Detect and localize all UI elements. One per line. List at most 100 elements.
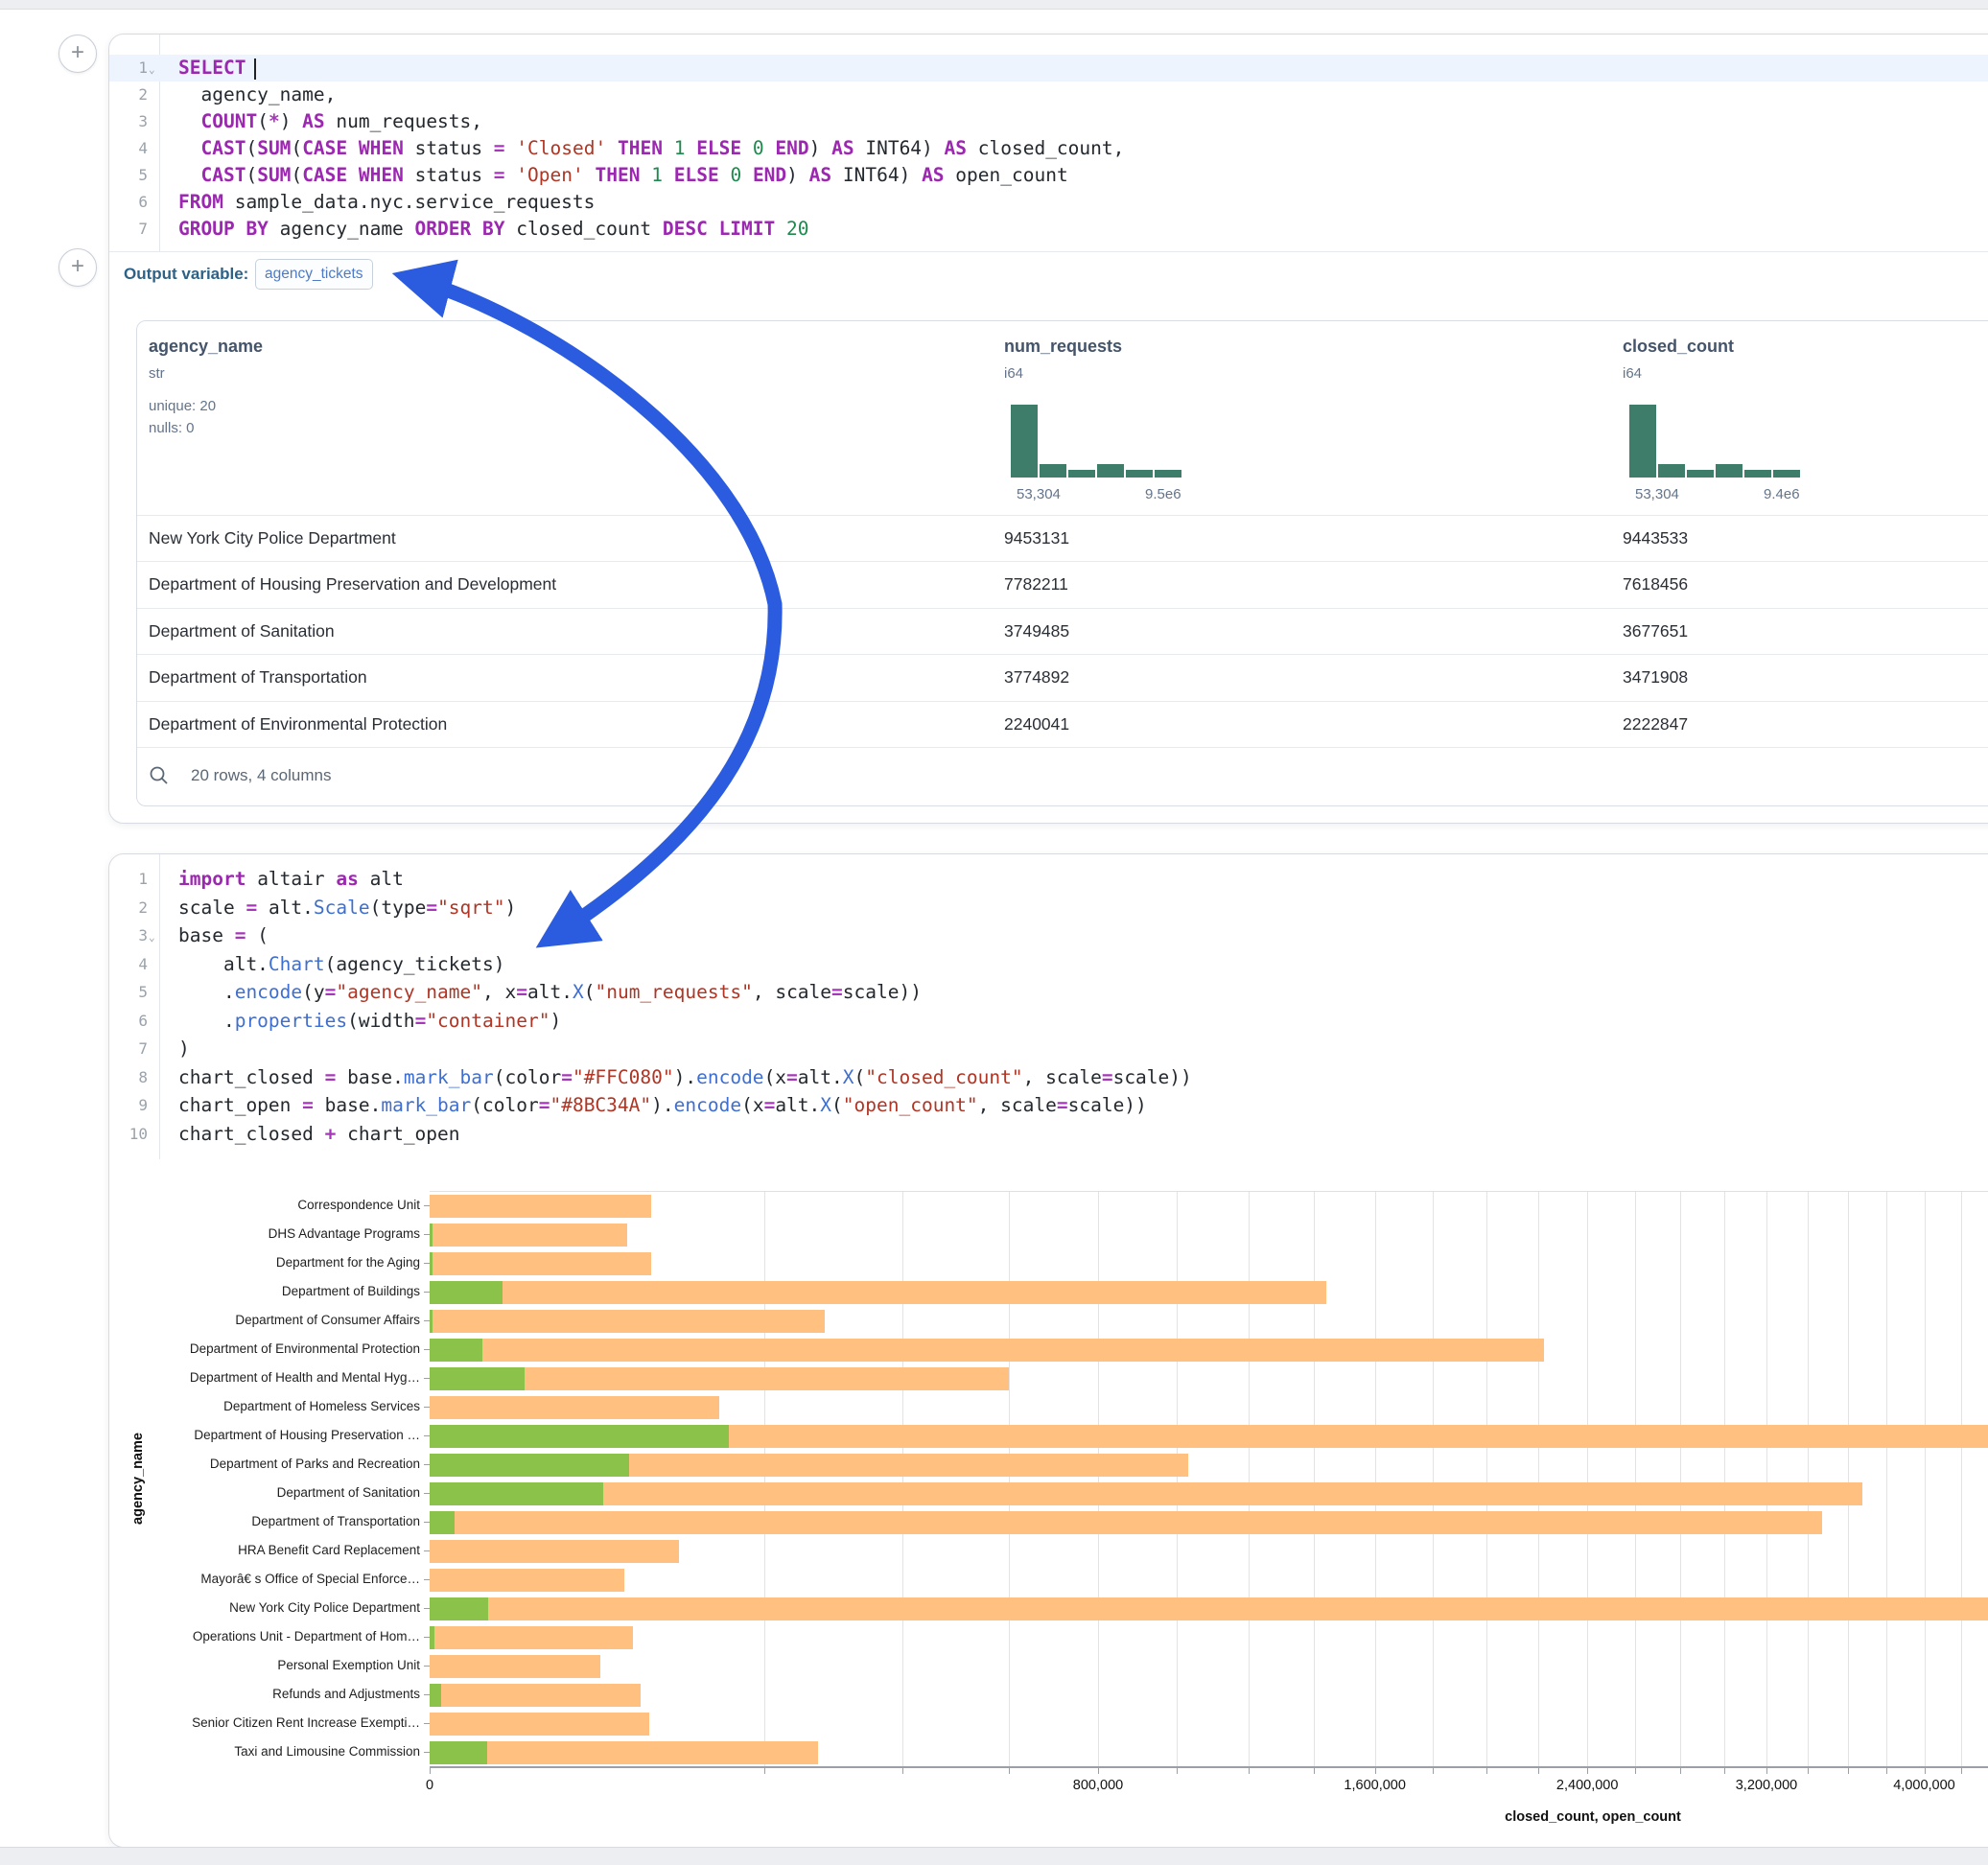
- python-line[interactable]: 9chart_open = base.mark_bar(color="#8BC3…: [109, 1091, 1988, 1120]
- table-row[interactable]: Department of Environmental Protection22…: [137, 701, 1988, 748]
- code-token: (color: [471, 1094, 538, 1116]
- code-token: =: [786, 1066, 798, 1088]
- column-histogram: [1011, 405, 1183, 478]
- table-cell: 9453131: [1004, 528, 1069, 548]
- histogram-bar: [1011, 405, 1038, 478]
- python-line[interactable]: 1import altair as alt: [109, 865, 1988, 894]
- python-line[interactable]: 4 alt.Chart(agency_tickets): [109, 950, 1988, 979]
- code-token: 0: [730, 164, 741, 186]
- code-token: DESC: [663, 218, 708, 240]
- chart-bar-closed: [430, 1339, 1544, 1362]
- sql-line[interactable]: 6FROM sample_data.nyc.service_requests: [109, 189, 1988, 216]
- y-axis-label: DHS Advantage Programs: [115, 1220, 420, 1248]
- code-token: ): [809, 137, 831, 159]
- code-token: ): [178, 1037, 190, 1060]
- gridline: [1635, 1192, 1636, 1767]
- table-row[interactable]: Department of Housing Preservation and D…: [137, 561, 1988, 608]
- gridline: [1925, 1192, 1926, 1767]
- chart-bar-closed: [430, 1511, 1822, 1534]
- x-axis-tick: [1724, 1768, 1725, 1774]
- sql-line[interactable]: 4 CAST(SUM(CASE WHEN status = 'Closed' T…: [109, 135, 1988, 162]
- chart-bar-open: [430, 1482, 603, 1505]
- python-cell-card: 1import altair as alt2scale = alt.Scale(…: [108, 853, 1988, 1848]
- table-row[interactable]: New York City Police Department945313194…: [137, 515, 1988, 562]
- table-cell: 3749485: [1004, 621, 1069, 641]
- code-token: num_requests,: [325, 110, 482, 132]
- line-number: 4: [109, 950, 148, 979]
- code-token: (y: [302, 981, 324, 1003]
- y-axis-label: Personal Exemption Unit: [115, 1651, 420, 1680]
- code-token: open_count: [945, 164, 1068, 186]
- line-number: 3: [109, 108, 148, 135]
- table-cell: 7618456: [1623, 574, 1688, 594]
- sql-line[interactable]: 2 agency_name,: [109, 82, 1988, 108]
- code-token: scale)): [1068, 1094, 1147, 1116]
- histogram-bar: [1658, 464, 1685, 478]
- python-line[interactable]: 2scale = alt.Scale(type="sqrt"): [109, 894, 1988, 922]
- code-token: , x: [482, 981, 516, 1003]
- code-token: X: [843, 1066, 854, 1088]
- chart-bar-closed: [430, 1195, 651, 1218]
- chart-bar-open: [430, 1741, 487, 1764]
- column-name: num_requests: [1004, 337, 1122, 357]
- line-number: 5: [109, 978, 148, 1007]
- code-text: alt.Chart(agency_tickets): [178, 950, 504, 979]
- python-line[interactable]: 7): [109, 1035, 1988, 1063]
- code-token: alt.: [178, 953, 269, 975]
- sql-editor[interactable]: 1⌄SELECT2 agency_name,3 COUNT(*) AS num_…: [109, 55, 1988, 243]
- column-type: i64: [1623, 365, 1642, 382]
- code-token: , scale: [978, 1094, 1057, 1116]
- x-axis-line: [430, 1766, 1988, 1768]
- chart-bar-closed: [430, 1310, 825, 1333]
- code-token: ): [280, 110, 302, 132]
- code-token: encode: [235, 981, 302, 1003]
- sql-line[interactable]: 5 CAST(SUM(CASE WHEN status = 'Open' THE…: [109, 162, 1988, 189]
- add-cell-above-button[interactable]: +: [58, 35, 97, 73]
- code-text: scale = alt.Scale(type="sqrt"): [178, 894, 516, 922]
- x-axis-tick: [1375, 1768, 1376, 1774]
- histogram-bar: [1155, 470, 1181, 478]
- python-line[interactable]: 6 .properties(width="container"): [109, 1007, 1988, 1036]
- sql-line[interactable]: 3 COUNT(*) AS num_requests,: [109, 108, 1988, 135]
- code-token: X: [820, 1094, 831, 1116]
- x-axis-tick: [1009, 1768, 1010, 1774]
- column-type: i64: [1004, 365, 1023, 382]
- search-icon[interactable]: [149, 765, 170, 786]
- python-line[interactable]: 10chart_closed + chart_open: [109, 1120, 1988, 1149]
- chart-bar-closed: [430, 1626, 633, 1649]
- fold-chevron-icon[interactable]: ⌄: [149, 57, 155, 83]
- table-cell: 9443533: [1623, 528, 1688, 548]
- fold-chevron-icon[interactable]: ⌄: [149, 923, 155, 952]
- sql-line[interactable]: 1⌄SELECT: [109, 55, 1988, 82]
- code-token: [663, 164, 674, 186]
- x-axis-tick: [1433, 1768, 1434, 1774]
- python-line[interactable]: 3⌄base = (: [109, 921, 1988, 950]
- code-token: [347, 137, 359, 159]
- code-token: =: [494, 137, 505, 159]
- gridline: [1886, 1192, 1887, 1767]
- x-axis-tick-label: 2,400,000: [1556, 1778, 1619, 1793]
- sql-line[interactable]: 7GROUP BY agency_name ORDER BY closed_co…: [109, 216, 1988, 243]
- column-histogram: [1629, 405, 1802, 478]
- code-token: 20: [786, 218, 808, 240]
- histogram-bar: [1097, 464, 1124, 478]
- gridline: [902, 1192, 903, 1767]
- python-editor[interactable]: 1import altair as alt2scale = alt.Scale(…: [109, 865, 1988, 1148]
- code-token: =: [235, 924, 246, 946]
- code-token: AS: [922, 164, 944, 186]
- x-axis-tick: [1098, 1768, 1099, 1774]
- code-text: CAST(SUM(CASE WHEN status = 'Open' THEN …: [178, 162, 1068, 189]
- histogram-bar: [1068, 470, 1095, 478]
- add-cell-below-button[interactable]: +: [58, 248, 97, 287]
- x-axis-tick-label: 0: [426, 1778, 433, 1793]
- code-token: [178, 110, 200, 132]
- output-variable-chip[interactable]: agency_tickets: [255, 259, 373, 290]
- result-table-footer: 20 rows, 4 columns: [137, 747, 1988, 805]
- python-line[interactable]: 5 .encode(y="agency_name", x=alt.X("num_…: [109, 978, 1988, 1007]
- line-number: 6: [109, 1007, 148, 1036]
- y-axis-label: Operations Unit - Department of Hom…: [115, 1622, 420, 1651]
- code-token: scale)): [843, 981, 922, 1003]
- python-line[interactable]: 8chart_closed = base.mark_bar(color="#FF…: [109, 1063, 1988, 1092]
- table-row[interactable]: Department of Transportation377489234719…: [137, 654, 1988, 701]
- table-row[interactable]: Department of Sanitation37494853677651: [137, 608, 1988, 655]
